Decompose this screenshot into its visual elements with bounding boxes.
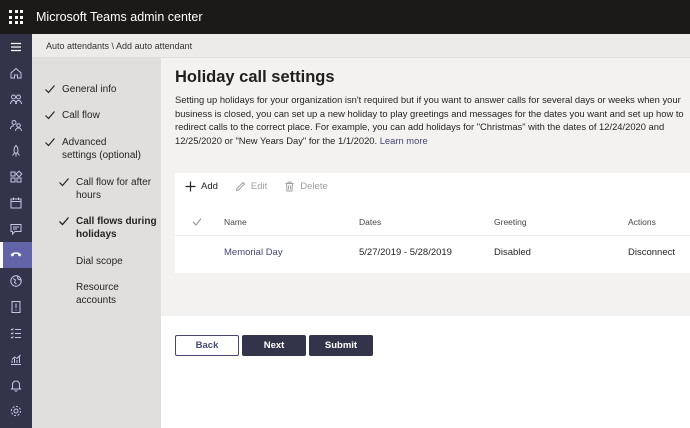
add-button[interactable]: Add [185, 181, 218, 192]
column-header-dates[interactable]: Dates [359, 209, 381, 235]
pencil-icon [235, 181, 246, 191]
deploy-icon[interactable] [0, 138, 32, 164]
checkmark-icon [45, 85, 55, 94]
apps-icon[interactable] [0, 164, 32, 190]
step-label: Call flow [62, 110, 100, 121]
holiday-name-link[interactable]: Memorial Day [224, 236, 283, 269]
breadcrumb-text[interactable]: Auto attendants \ Add auto attendant [46, 41, 192, 51]
policy-icon[interactable] [0, 294, 32, 320]
delete-label: Delete [300, 180, 328, 192]
app-title: Microsoft Teams admin center [36, 10, 203, 24]
analytics-icon[interactable] [0, 346, 32, 372]
plus-icon [185, 181, 196, 191]
next-button[interactable]: Next [242, 335, 306, 356]
home-icon[interactable] [0, 60, 32, 86]
main-content: Holiday call settings Setting up holiday… [161, 58, 690, 428]
meetings-icon[interactable] [0, 190, 32, 216]
left-rail [0, 34, 32, 428]
users-icon[interactable] [0, 112, 32, 138]
back-button[interactable]: Back [175, 335, 239, 356]
checkmark-icon [59, 178, 69, 187]
table-header: Name Dates Greeting Actions [175, 209, 690, 236]
notifications-icon[interactable] [0, 372, 32, 398]
holiday-greeting: Disabled [494, 247, 531, 258]
voice-icon[interactable] [0, 242, 32, 268]
submit-button[interactable]: Submit [309, 335, 373, 356]
holidays-card: Add Edit Delete Name Dates Greeting Acti… [175, 173, 690, 273]
column-header-greeting[interactable]: Greeting [494, 209, 527, 235]
menu-icon[interactable] [0, 34, 32, 60]
wizard-footer: Back Next Submit [161, 316, 690, 428]
table-row[interactable]: Memorial Day 5/27/2019 - 5/28/2019 Disab… [175, 236, 690, 269]
page-title: Holiday call settings [175, 68, 335, 86]
teams-icon[interactable] [0, 86, 32, 112]
holiday-action: Disconnect [628, 247, 675, 258]
checkmark-icon [59, 217, 69, 226]
step-label: Advanced settings (optional) [62, 137, 141, 161]
locations-icon[interactable] [0, 268, 32, 294]
column-header-name[interactable]: Name [224, 209, 247, 235]
messaging-icon[interactable] [0, 216, 32, 242]
page-description: Setting up holidays for your organizatio… [175, 93, 687, 147]
top-bar: Microsoft Teams admin center [0, 0, 690, 34]
column-header-actions[interactable]: Actions [628, 209, 656, 235]
step-label: Call flows during holidays [76, 216, 157, 240]
app-launcher-icon[interactable] [0, 0, 32, 34]
holiday-dates: 5/27/2019 - 5/28/2019 [359, 247, 452, 258]
step-label: General info [62, 84, 117, 95]
step-label: Call flow for after hours [76, 177, 152, 201]
planning-icon[interactable] [0, 320, 32, 346]
delete-button[interactable]: Delete [284, 180, 328, 192]
checkmark-icon [45, 111, 55, 120]
edit-label: Edit [250, 180, 268, 192]
toolbar: Add Edit Delete [175, 173, 690, 199]
learn-more-link[interactable]: Learn more [380, 135, 428, 146]
select-all-checkbox[interactable] [192, 209, 202, 235]
add-label: Add [201, 180, 218, 192]
edit-button[interactable]: Edit [235, 181, 267, 192]
wizard-steps: General info Call flow Advanced settings… [32, 58, 161, 428]
step-label: Resource accounts [76, 282, 119, 306]
description-text: Setting up holidays for your organizatio… [175, 94, 684, 146]
trash-icon [285, 181, 294, 191]
settings-icon[interactable] [0, 398, 32, 424]
breadcrumb: Auto attendants \ Add auto attendant [32, 34, 690, 58]
checkmark-icon [45, 138, 55, 147]
checkmark-icon [192, 218, 202, 226]
